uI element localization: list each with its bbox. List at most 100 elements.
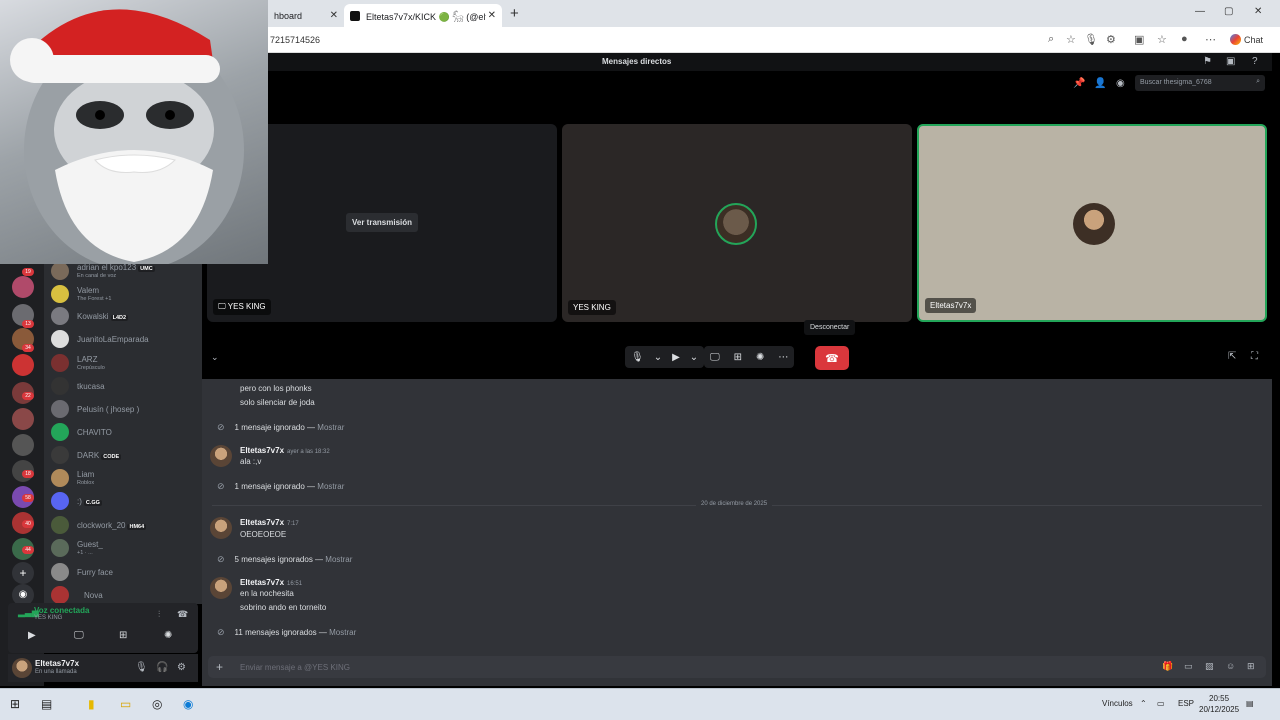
add-server-icon[interactable]: + — [12, 562, 34, 584]
server-icon[interactable] — [12, 354, 34, 376]
dm-item[interactable]: Liam Roblox — [48, 467, 198, 489]
show-link[interactable]: Mostrar — [317, 482, 344, 491]
screen-share-icon[interactable]: 🖵 — [710, 352, 720, 363]
server-icon[interactable] — [12, 434, 34, 456]
voice-channel[interactable]: YES KING — [34, 615, 62, 621]
headphones-icon[interactable]: 🎧 — [156, 662, 168, 673]
camera-off-icon[interactable]: ▶ — [672, 352, 680, 363]
camera-icon[interactable]: ▶ — [28, 630, 36, 641]
username[interactable]: Eltetas7v7x — [35, 659, 79, 668]
popout-icon[interactable]: ⇱ — [1228, 351, 1236, 362]
copilot-chat-button[interactable]: Chat — [1230, 34, 1263, 45]
zoom-icon[interactable]: ⌕ — [1048, 33, 1054, 46]
pin-icon[interactable]: 📌 — [1073, 78, 1085, 89]
links-toolbar[interactable]: Vínculos — [1102, 699, 1133, 708]
user-profile-icon[interactable]: ◉ — [1116, 78, 1125, 89]
dm-item[interactable]: Pelusín ( jhosep ) — [48, 398, 198, 420]
favorite-star-icon[interactable]: ☆ — [1066, 33, 1076, 46]
microphone-icon[interactable]: 🎙 — [135, 662, 148, 673]
message-composer[interactable]: + Enviar mensaje a @YES KING 🎁 ▭ ▨ ☺ ⊞ — [208, 656, 1266, 678]
dm-item[interactable]: Kowalski L4D2 — [48, 305, 198, 327]
sticky-notes-icon[interactable]: ▮ — [88, 697, 95, 711]
new-tab-button[interactable]: + — [510, 5, 519, 22]
soundboard-icon[interactable]: ✺ — [756, 352, 764, 363]
show-link[interactable]: Mostrar — [317, 423, 344, 432]
avatar[interactable] — [210, 445, 232, 467]
maximize-icon[interactable]: ▢ — [1224, 6, 1233, 17]
gift-icon[interactable]: 🎁 — [1162, 661, 1173, 672]
more-menu-icon[interactable]: ⋯ — [1205, 33, 1216, 46]
activities-icon[interactable]: ⊞ — [119, 630, 127, 641]
dm-item[interactable]: LARZ Crepúsculo — [48, 352, 198, 374]
favorites-icon[interactable]: ☆ — [1157, 33, 1167, 46]
add-friend-icon[interactable]: 👤 — [1094, 78, 1106, 89]
username[interactable]: Eltetas7v7x — [240, 578, 284, 587]
dm-item[interactable]: JuanitoLaEmparada — [48, 328, 198, 350]
show-link[interactable]: Mostrar — [325, 555, 352, 564]
help-icon[interactable]: ? — [1252, 56, 1258, 67]
gif-icon[interactable]: ▭ — [1184, 661, 1193, 672]
chevron-down-icon[interactable]: ⌄ — [211, 352, 219, 363]
tab-close-icon[interactable]: ✕ — [488, 10, 496, 21]
screen-share-icon[interactable]: 🖵 — [74, 630, 84, 641]
mic-icon[interactable]: 🎙 — [1084, 33, 1098, 46]
language-indicator[interactable]: ESP — [1178, 699, 1194, 708]
profile-avatar[interactable]: ● — [1181, 33, 1188, 45]
disconnect-button[interactable]: ☎ — [815, 346, 849, 370]
dm-item[interactable]: Furry face — [48, 561, 198, 583]
url-field[interactable]: 7215714526 — [270, 35, 320, 45]
dm-item[interactable]: CHAVITO — [48, 421, 198, 443]
microphone-icon[interactable]: 🎙 — [631, 352, 644, 363]
notifications-icon[interactable]: ▤ — [1246, 699, 1254, 708]
server-icon[interactable] — [12, 408, 34, 430]
server-icon[interactable] — [12, 276, 34, 298]
chevron-down-icon[interactable]: ⌄ — [690, 352, 698, 363]
dm-item[interactable]: DARK CODE — [48, 444, 198, 466]
browser-tab-dashboard[interactable]: hboard ✕ — [268, 4, 344, 27]
username[interactable]: Eltetas7v7x — [240, 446, 284, 455]
chrome-icon[interactable]: ◎ — [152, 697, 162, 711]
screen-icon[interactable]: ▣ — [1226, 56, 1235, 67]
avatar[interactable] — [210, 517, 232, 539]
dm-item[interactable]: Guest_ +1 · ... — [48, 537, 198, 559]
minimize-icon[interactable]: — — [1195, 6, 1205, 17]
sticker-icon[interactable]: ▨ — [1205, 661, 1214, 672]
network-icon[interactable]: ▭ — [1157, 699, 1165, 708]
noise-suppression-icon[interactable]: ⫶ — [158, 609, 160, 620]
action-group: 🖵 ⊞ ✺ ⋯ — [704, 346, 795, 368]
unread-badge: 34 — [22, 344, 34, 352]
apps-icon[interactable]: ⊞ — [1247, 661, 1255, 672]
task-view-icon[interactable]: ▤ — [41, 697, 52, 711]
more-options-icon[interactable]: ⋯ — [778, 352, 788, 363]
tab-close-icon[interactable]: ✕ — [330, 10, 338, 21]
watch-stream-button[interactable]: Ver transmisión — [346, 213, 418, 232]
soundboard-icon[interactable]: ✺ — [164, 630, 172, 641]
dm-item[interactable]: tkucasa — [48, 375, 198, 397]
inbox-icon[interactable]: ⚑ — [1203, 56, 1212, 67]
disconnect-icon[interactable]: ☎ — [177, 609, 188, 620]
fullscreen-icon[interactable]: ⛶ — [1251, 351, 1258, 362]
dm-item[interactable]: clockwork_20 HM64 — [48, 514, 198, 536]
browser-tab-kick[interactable]: Eltetas7v7x/KICK 🟢 𓃵 (@elteta: ✕ — [344, 4, 502, 27]
emoji-icon[interactable]: ☺ — [1226, 661, 1235, 671]
dm-item[interactable]: Valem The Forest +1 — [48, 283, 198, 305]
clock[interactable]: 20:55 20/12/2025 — [1199, 693, 1239, 715]
close-window-icon[interactable]: ✕ — [1254, 6, 1262, 17]
chevron-down-icon[interactable]: ⌄ — [654, 352, 662, 363]
username[interactable]: Eltetas7v7x — [240, 518, 284, 527]
settings-gear-icon[interactable]: ⚙ — [177, 662, 186, 673]
edge-icon[interactable]: ◉ — [183, 697, 193, 711]
split-screen-icon[interactable]: ▣ — [1134, 33, 1144, 46]
show-link[interactable]: Mostrar — [329, 628, 356, 637]
dm-item[interactable]: :) C.GG — [48, 490, 198, 512]
voice-status[interactable]: Voz conectada — [34, 606, 89, 615]
avatar[interactable] — [210, 577, 232, 599]
chevron-up-icon[interactable]: ⌃ — [1140, 699, 1147, 708]
start-icon[interactable]: ⊞ — [10, 697, 20, 711]
search-input[interactable]: Buscar thesigma_6768 ⌕ — [1135, 75, 1265, 91]
attach-plus-icon[interactable]: + — [216, 660, 223, 674]
file-explorer-icon[interactable]: ▭ — [120, 697, 131, 711]
extensions-icon[interactable]: ⚙ — [1106, 33, 1116, 46]
activities-icon[interactable]: ⊞ — [734, 352, 742, 363]
avatar[interactable] — [12, 658, 32, 678]
